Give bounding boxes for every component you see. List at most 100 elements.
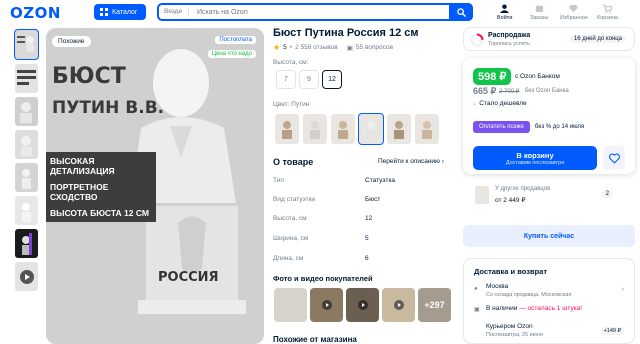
buy-now-button[interactable]: Купить сейчас [463, 225, 635, 247]
cart-icon [602, 4, 612, 13]
gallery-thumb[interactable] [15, 97, 38, 126]
customer-video[interactable] [310, 288, 343, 322]
box-icon [535, 5, 543, 13]
questions-count[interactable]: 55 вопросов [356, 44, 393, 51]
more-photos-count: +297 [424, 300, 445, 310]
nav-cart-label: Корзина [597, 15, 618, 21]
product-title: Бюст Путина Россия 12 см [273, 27, 419, 39]
gallery-thumb[interactable] [15, 130, 38, 159]
color-variant[interactable] [303, 114, 327, 144]
gallery-thumb[interactable] [14, 29, 39, 60]
rating-value: 5 [283, 44, 287, 51]
star-icon: ★ [273, 43, 281, 52]
good-price-label: Цена что надо [211, 51, 252, 57]
height-option[interactable]: 7 [276, 70, 296, 89]
spec-row: Вид статуэтки Бюст [273, 196, 451, 203]
ozon-bank-price: 598 ₽ [473, 68, 512, 85]
spec-row: Высота, см 12 [273, 215, 451, 222]
search-button[interactable] [449, 3, 473, 21]
spec-key: Вид статуэтки [273, 196, 316, 203]
height-option-selected[interactable]: 12 [322, 70, 342, 89]
spec-value: 5 [365, 235, 369, 242]
courier-price: +149 ₽ [600, 327, 624, 335]
go-to-description-link[interactable]: Перейти к описанию › [378, 158, 444, 165]
image-text-title-1: БЮСТ [52, 64, 126, 89]
arrow-down-icon: ↓ [473, 100, 477, 107]
postpaid-label: Постоплата [219, 37, 252, 43]
delivery-card: Доставка и возврат ● Москва Со склада пр… [463, 258, 635, 344]
other-seller-thumb [475, 186, 489, 204]
spec-value: 6 [365, 255, 369, 262]
image-text-feature-1: ВЫСОКАЯ ДЕТАЛИЗАЦИЯ [46, 152, 156, 180]
more-photos[interactable]: +297 [418, 288, 451, 322]
sale-ring-icon [470, 33, 484, 47]
other-sellers-label: У других продавцов [495, 186, 551, 192]
add-to-cart-label: В корзину [516, 150, 554, 160]
play-icon [393, 300, 404, 310]
customer-photo[interactable] [274, 288, 307, 322]
old-price: 2 700 ₽ [499, 89, 520, 95]
spec-key: Тип [273, 177, 284, 184]
city-name: Москва [486, 283, 509, 290]
reviews-count[interactable]: 2 558 отзывов [295, 44, 338, 51]
gallery-thumb[interactable] [15, 229, 38, 258]
menu-icon [100, 8, 108, 16]
favorite-button[interactable] [603, 146, 625, 170]
installment-row[interactable]: Оплатить позже без % до 14 июля [473, 120, 623, 134]
go-to-description-label: Перейти к описанию [378, 158, 440, 165]
heart-icon [569, 4, 578, 13]
sale-card[interactable]: Распродажа Торопись успеть 16 дней до ко… [463, 27, 635, 51]
gallery-video-thumb[interactable] [15, 262, 38, 291]
sale-title: Распродажа [488, 32, 531, 39]
header: OZON Каталог Везде Войти Заказы Избранно… [0, 0, 640, 24]
user-icon [500, 4, 510, 13]
gallery-thumb[interactable] [15, 64, 38, 93]
installment-button[interactable]: Оплатить позже [473, 121, 530, 133]
spec-value: 12 [365, 215, 373, 222]
nav-login-label: Войти [497, 15, 513, 21]
color-variant[interactable] [331, 114, 355, 144]
nav-orders[interactable]: Заказы [530, 4, 548, 21]
color-variant[interactable] [387, 114, 411, 144]
search-input[interactable] [189, 8, 471, 16]
location-pin-icon: ● [474, 286, 478, 292]
rating-row[interactable]: ★ 5 • 2 558 отзывов ▣ 55 вопросов [273, 43, 393, 52]
stock-label: В наличии [486, 305, 518, 312]
nav-login[interactable]: Войти [497, 4, 512, 21]
other-sellers-card[interactable]: У других продавцов от 2 449 ₽ 2 [463, 183, 635, 209]
height-label: Высота, см: [273, 59, 309, 66]
height-option[interactable]: 9 [299, 70, 319, 89]
nav-favorites[interactable]: Избранное [560, 4, 588, 21]
search-scope-select[interactable]: Везде [159, 7, 189, 17]
ozon-logo[interactable]: OZON [10, 4, 61, 22]
main-product-image[interactable]: БЮСТ ПУТИН В.В. ВЫСОКАЯ ДЕТАЛИЗАЦИЯ ПОРТ… [46, 28, 264, 344]
installment-text: без % до 14 июля [534, 124, 585, 130]
color-label: Цвет: Путин [273, 101, 310, 108]
add-to-cart-button[interactable]: В корзину Доставим послезавтра [473, 146, 597, 170]
sale-subtitle: Торопись успеть [488, 41, 530, 47]
color-variant-selected[interactable] [358, 113, 384, 145]
catalog-label: Каталог [112, 8, 138, 16]
stock-note: — осталась 1 штука! [519, 305, 583, 312]
spec-row: Ширина, см 5 [273, 235, 451, 242]
city-sub: Со склада продавца, Московская [486, 292, 572, 298]
spec-key: Ширина, см [273, 235, 309, 242]
regular-price-label: без Ozon Банка [525, 88, 569, 94]
gallery-thumb[interactable] [15, 196, 38, 225]
nav-cart[interactable]: Корзина [597, 4, 618, 21]
color-variant[interactable] [275, 114, 299, 144]
play-icon [321, 300, 332, 310]
postpaid-badge: Постоплата [215, 36, 256, 44]
courier-title: Курьером Ozon [486, 323, 533, 330]
customer-video[interactable] [346, 288, 379, 322]
delivery-title: Доставка и возврат [474, 267, 548, 276]
gallery-thumb[interactable] [15, 163, 38, 192]
chevron-right-icon: › [441, 158, 444, 165]
nav-favorites-label: Избранное [560, 15, 588, 21]
catalog-button[interactable]: Каталог [94, 4, 146, 20]
color-variant[interactable] [415, 114, 439, 144]
customer-video[interactable] [382, 288, 415, 322]
similar-badge[interactable]: Похожие [52, 36, 91, 47]
spec-value: Бюст [365, 196, 381, 203]
spec-value[interactable]: Статуэтка [365, 177, 395, 184]
